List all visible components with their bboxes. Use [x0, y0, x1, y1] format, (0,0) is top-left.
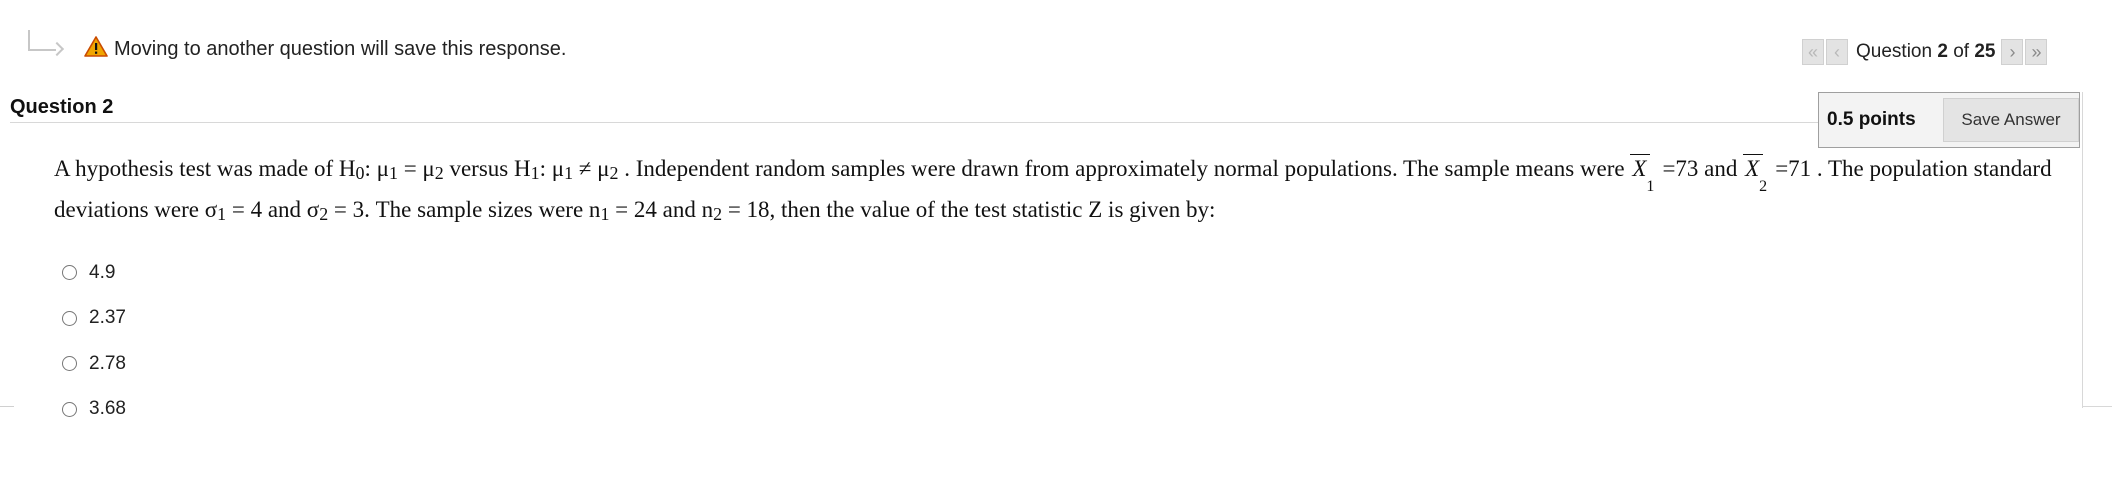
q-text-seg: = μ [397, 156, 435, 181]
xbar2-symbol: X2 [1743, 148, 1767, 195]
q-text-seg: σ [306, 197, 320, 222]
save-answer-button[interactable]: Save Answer [1943, 98, 2079, 142]
radio-button[interactable] [62, 310, 77, 326]
answer-option[interactable]: 4.9 [62, 250, 126, 296]
pager-current: 2 [1937, 41, 1948, 62]
q-text-seg: A hypothesis test was made of H [54, 156, 356, 181]
q-sub: 1 [388, 163, 398, 183]
xbar1-letter: X [1632, 156, 1647, 181]
points-panel: 0.5 points Save Answer [1818, 92, 2080, 148]
answer-label[interactable]: 2.37 [89, 307, 126, 329]
frame-edge [2082, 406, 2112, 407]
next-question-icon[interactable]: › [2001, 39, 2024, 65]
notice-text: Moving to another question will save thi… [114, 37, 567, 60]
radio-button[interactable] [62, 265, 77, 281]
q-sub: 2 [319, 204, 329, 224]
question-pager: « ‹ Question 2 of 25 › » [1802, 38, 2049, 66]
xbar2-sub: 2 [1759, 178, 1768, 195]
frame-edge [2082, 92, 2083, 408]
xbar1-symbol: X1 [1630, 148, 1654, 195]
pager-of: of [1953, 41, 1970, 62]
xbar1-sub: 1 [1646, 178, 1655, 195]
answer-label[interactable]: 3.68 [89, 398, 126, 420]
first-question-icon[interactable]: « [1802, 39, 1824, 65]
pager-prefix: Question [1856, 41, 1933, 62]
q-text-seg: . Independent random samples were drawn … [618, 156, 1631, 181]
q-sub: 2 [713, 204, 723, 224]
last-question-icon[interactable]: » [2025, 39, 2048, 65]
question-title: Question 2 [10, 96, 114, 118]
q-text-seg: = 3. The sample sizes were n [328, 197, 601, 222]
q-text-seg: : μ [364, 156, 389, 181]
q-sub: 1 [217, 204, 227, 224]
q-text-seg: = 4 and [226, 197, 307, 222]
save-notice: Moving to another question will save thi… [22, 30, 566, 64]
answer-label[interactable]: 4.9 [89, 262, 115, 284]
q-text-seg: ≠ μ [573, 156, 610, 181]
answer-option[interactable]: 3.68 [62, 387, 126, 433]
previous-question-icon[interactable]: ‹ [1826, 39, 1848, 65]
answer-label[interactable]: 2.78 [89, 353, 126, 375]
divider [0, 406, 14, 407]
points-label: 0.5 points [1827, 109, 1916, 130]
q-sub: 1 [530, 163, 540, 183]
q-sub: 1 [564, 163, 574, 183]
answer-option[interactable]: 2.37 [62, 296, 126, 342]
q-text-seg: : μ [539, 156, 565, 181]
answer-option[interactable]: 2.78 [62, 341, 126, 387]
pager-total: 25 [1974, 41, 1996, 62]
tree-arrow-icon [22, 30, 68, 64]
radio-button[interactable] [62, 356, 77, 372]
q-text-seg: = 18, then the value of the test statist… [722, 197, 1216, 222]
warning-icon [84, 36, 108, 57]
xbar2-letter: X [1745, 156, 1760, 181]
q-text-seg: =73 and [1662, 156, 1744, 181]
question-text: A hypothesis test was made of H0: μ1 = μ… [54, 148, 2064, 230]
answer-options: 4.9 2.37 2.78 3.68 [62, 250, 126, 432]
q-sub: 2 [434, 163, 444, 183]
q-text-seg: = 24 and n [609, 197, 714, 222]
radio-button[interactable] [62, 401, 77, 417]
q-text-seg: versus H [443, 156, 531, 181]
pager-label: Question 2 of 25 [1856, 41, 1995, 63]
header-divider [10, 122, 2080, 123]
